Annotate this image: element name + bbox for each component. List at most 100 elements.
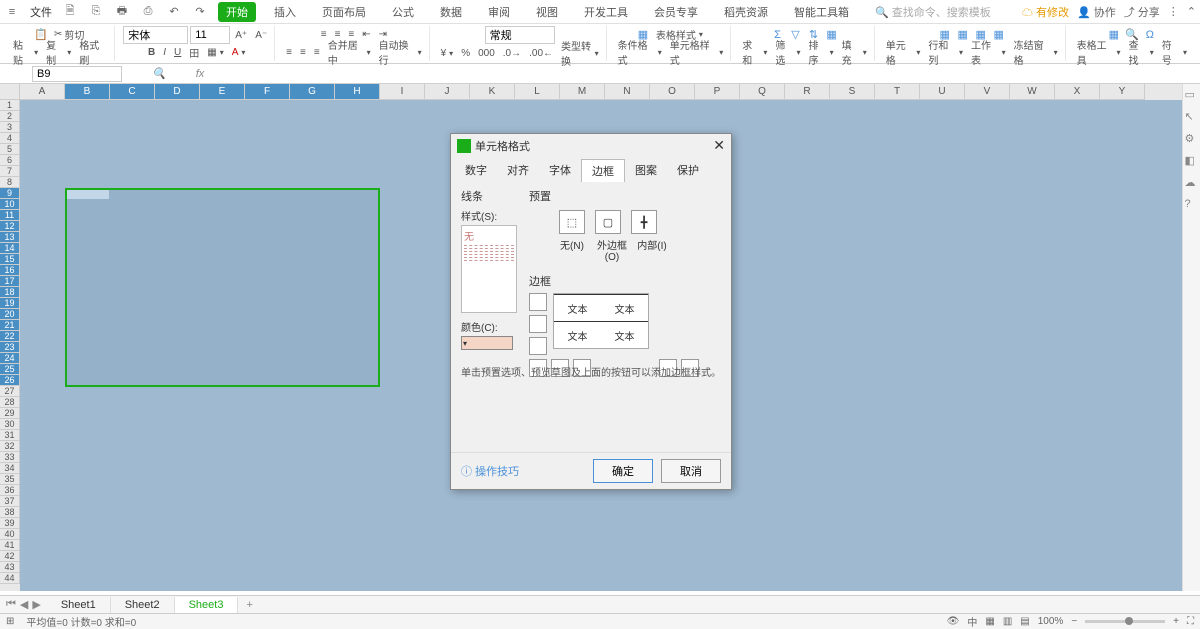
preset-outline-button[interactable]: ▢ <box>595 210 621 234</box>
number-format-select[interactable] <box>485 26 555 44</box>
row-header-37[interactable]: 37 <box>0 496 20 507</box>
cell-style-button[interactable]: 单元格样式 <box>667 36 727 68</box>
color-picker[interactable] <box>461 336 513 350</box>
sp-settings-icon[interactable]: ⚙ <box>1185 132 1199 146</box>
select-all-corner[interactable] <box>0 84 20 100</box>
col-header-N[interactable]: N <box>605 84 650 100</box>
col-header-V[interactable]: V <box>965 84 1010 100</box>
row-header-23[interactable]: 23 <box>0 342 20 353</box>
unsaved-indicator[interactable]: ☁ 有修改 <box>1022 4 1069 20</box>
sheet-tab-3[interactable]: Sheet3 <box>175 597 239 613</box>
save-as-icon[interactable]: ⎘ <box>88 4 104 20</box>
name-box[interactable] <box>32 66 122 82</box>
underline-button[interactable]: U <box>171 46 184 59</box>
row-header-31[interactable]: 31 <box>0 430 20 441</box>
col-header-X[interactable]: X <box>1055 84 1100 100</box>
fill-button[interactable]: 填充 <box>839 36 870 68</box>
col-header-L[interactable]: L <box>515 84 560 100</box>
font-name-select[interactable] <box>123 26 188 44</box>
view-break-icon[interactable]: ▤ <box>1020 616 1029 627</box>
tab-formulas[interactable]: 公式 <box>384 2 422 22</box>
row-header-38[interactable]: 38 <box>0 507 20 518</box>
row-header-4[interactable]: 4 <box>0 133 20 144</box>
col-header-D[interactable]: D <box>155 84 200 100</box>
row-header-41[interactable]: 41 <box>0 540 20 551</box>
row-header-25[interactable]: 25 <box>0 364 20 375</box>
share-button[interactable]: ⤴ 分享 <box>1124 4 1160 20</box>
collapse-ribbon-icon[interactable]: ⌃ <box>1187 5 1196 18</box>
filter-button[interactable]: 筛选 <box>772 36 803 68</box>
col-header-Q[interactable]: Q <box>740 84 785 100</box>
save-icon[interactable]: 🗎 <box>62 4 78 20</box>
fx-label[interactable]: fx <box>196 68 205 80</box>
row-header-13[interactable]: 13 <box>0 232 20 243</box>
rowcol-button[interactable]: 行和列 <box>925 36 966 68</box>
paste-button[interactable]: 粘贴 <box>10 36 41 68</box>
find-button[interactable]: 查找 <box>1126 36 1157 68</box>
status-mode-icon[interactable]: ⊞ <box>6 616 14 627</box>
lang-indicator[interactable]: 中 <box>967 614 977 629</box>
align-center-icon[interactable]: ≡ <box>297 46 309 59</box>
decrease-font-icon[interactable]: A⁻ <box>252 29 270 42</box>
row-header-1[interactable]: 1 <box>0 100 20 111</box>
line-style-list[interactable]: 无 <box>461 225 517 313</box>
tab-review[interactable]: 审阅 <box>480 2 518 22</box>
border-hmid-button[interactable] <box>529 315 547 333</box>
row-header-32[interactable]: 32 <box>0 441 20 452</box>
dialog-tab-font[interactable]: 字体 <box>539 159 581 182</box>
row-header-15[interactable]: 15 <box>0 254 20 265</box>
col-header-B[interactable]: B <box>65 84 110 100</box>
redo-icon[interactable]: ↷ <box>192 4 208 20</box>
percent-button[interactable]: % <box>458 47 473 60</box>
row-header-34[interactable]: 34 <box>0 463 20 474</box>
bold-button[interactable]: B <box>145 46 158 59</box>
sp-select-icon[interactable]: ▭ <box>1185 88 1199 102</box>
row-header-3[interactable]: 3 <box>0 122 20 133</box>
fx-icon[interactable]: 🔍 <box>152 67 166 80</box>
tab-nav-next-icon[interactable]: ▶ <box>32 598 40 611</box>
freeze-button[interactable]: 冻结窗格 <box>1011 36 1061 68</box>
col-header-O[interactable]: O <box>650 84 695 100</box>
row-header-28[interactable]: 28 <box>0 397 20 408</box>
row-header-35[interactable]: 35 <box>0 474 20 485</box>
sum-button[interactable]: 求和 <box>739 36 770 68</box>
format-painter-button[interactable]: 格式刷 <box>76 36 110 68</box>
row-header-36[interactable]: 36 <box>0 485 20 496</box>
tab-resources[interactable]: 稻壳资源 <box>716 2 776 22</box>
symbol-button[interactable]: 符号 <box>1159 36 1190 68</box>
strike-button[interactable]: 田 <box>186 44 202 61</box>
col-header-S[interactable]: S <box>830 84 875 100</box>
row-header-17[interactable]: 17 <box>0 276 20 287</box>
zoom-in-button[interactable]: + <box>1173 616 1179 627</box>
tab-member[interactable]: 会员专享 <box>646 2 706 22</box>
more-icon[interactable]: ⋮ <box>1168 5 1179 18</box>
col-header-M[interactable]: M <box>560 84 605 100</box>
tab-nav-prev-icon[interactable]: ◀ <box>20 598 28 611</box>
undo-icon[interactable]: ↶ <box>166 4 182 20</box>
eye-icon[interactable]: 👁 <box>947 616 960 627</box>
align-left-icon[interactable]: ≡ <box>283 46 295 59</box>
collab-button[interactable]: 👤 协作 <box>1077 4 1116 20</box>
col-header-U[interactable]: U <box>920 84 965 100</box>
ok-button[interactable]: 确定 <box>593 459 653 483</box>
merge-center-button[interactable]: 合并居中 <box>325 36 374 68</box>
font-color-button[interactable]: A <box>229 46 249 59</box>
preset-none-button[interactable]: ⬚ <box>559 210 585 234</box>
sp-backup-icon[interactable]: ☁ <box>1185 176 1199 190</box>
dialog-tab-border[interactable]: 边框 <box>581 159 625 182</box>
row-header-11[interactable]: 11 <box>0 210 20 221</box>
sort-button[interactable]: 排序 <box>806 36 837 68</box>
view-page-icon[interactable]: ▥ <box>1003 616 1012 627</box>
currency-button[interactable]: ¥ <box>438 47 457 60</box>
col-header-A[interactable]: A <box>20 84 65 100</box>
sheet-tab-2[interactable]: Sheet2 <box>111 597 175 613</box>
comma-button[interactable]: 000 <box>475 47 498 60</box>
col-header-I[interactable]: I <box>380 84 425 100</box>
row-header-24[interactable]: 24 <box>0 353 20 364</box>
dialog-tab-protect[interactable]: 保护 <box>667 159 709 182</box>
dialog-titlebar[interactable]: 单元格格式 ✕ <box>451 134 731 157</box>
increase-font-icon[interactable]: A⁺ <box>232 29 250 42</box>
col-header-E[interactable]: E <box>200 84 245 100</box>
row-header-26[interactable]: 26 <box>0 375 20 386</box>
tab-page-layout[interactable]: 页面布局 <box>314 2 374 22</box>
